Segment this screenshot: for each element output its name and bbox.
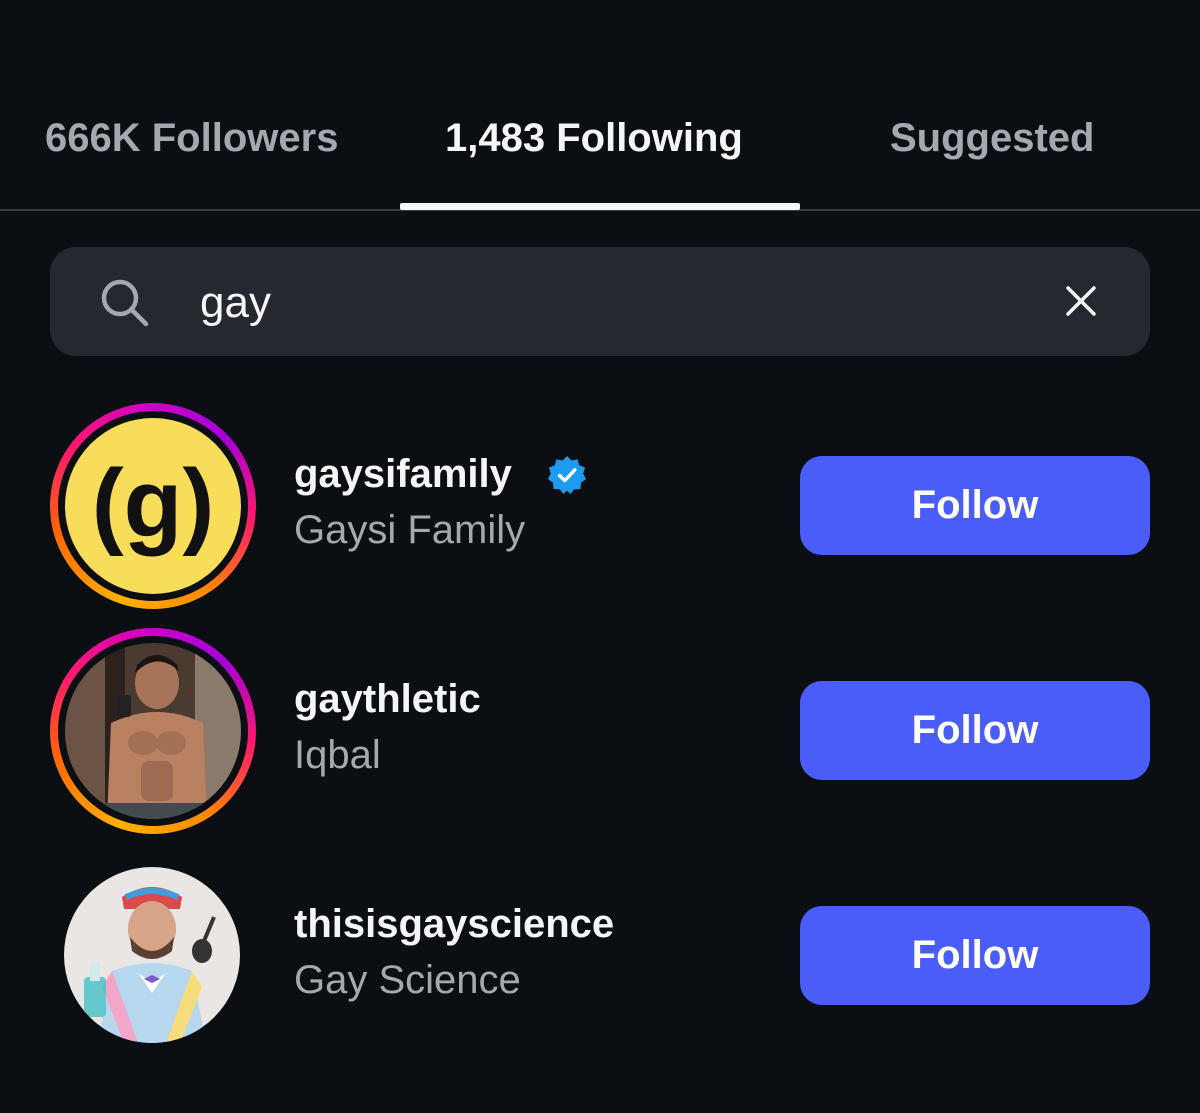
username[interactable]: gaysifamily	[294, 450, 512, 498]
username[interactable]: gaythletic	[294, 675, 481, 723]
avatar	[65, 643, 241, 819]
verified-badge-icon	[548, 456, 586, 494]
full-name: Gay Science	[294, 958, 521, 1002]
search-icon	[101, 279, 149, 327]
profile-photo-icon	[64, 867, 240, 1043]
username[interactable]: thisisgayscience	[294, 900, 614, 948]
avatar[interactable]	[64, 867, 240, 1043]
tab-suggested[interactable]: Suggested	[890, 106, 1094, 170]
list-item[interactable]: gaythletic Iqbal Follow	[0, 627, 1200, 837]
tab-followers[interactable]: 666K Followers	[45, 106, 338, 170]
follow-button[interactable]: Follow	[800, 456, 1150, 555]
profile-photo-icon	[65, 643, 241, 819]
full-name: Gaysi Family	[294, 508, 526, 552]
follow-button[interactable]: Follow	[800, 906, 1150, 1005]
search-input[interactable]	[200, 270, 1020, 336]
active-tab-indicator	[400, 203, 800, 210]
avatar: (g)	[65, 418, 241, 594]
close-icon[interactable]	[1060, 280, 1102, 322]
gaysi-logo-icon: (g)	[92, 450, 215, 557]
avatar-logo-text: (g)	[92, 450, 215, 557]
follow-button[interactable]: Follow	[800, 681, 1150, 780]
avatar-story-ring[interactable]: (g)	[50, 403, 256, 609]
following-screen: 666K Followers 1,483 Following Suggested…	[0, 0, 1200, 1113]
full-name: Iqbal	[294, 733, 381, 777]
list-item[interactable]: (g) gaysifamily Gaysi Family Follow	[0, 402, 1200, 612]
list-item[interactable]: thisisgayscience Gay Science Follow	[0, 852, 1200, 1062]
avatar-story-ring[interactable]	[50, 628, 256, 834]
tab-following[interactable]: 1,483 Following	[445, 106, 743, 170]
tab-bar: 666K Followers 1,483 Following Suggested	[0, 0, 1200, 212]
